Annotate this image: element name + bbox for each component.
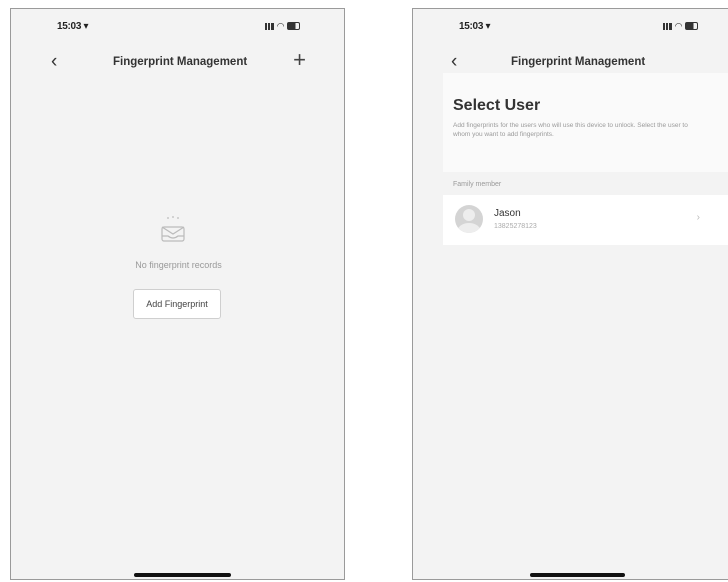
- status-bar: 15:03 ▾ ◠: [11, 21, 344, 35]
- avatar: [455, 205, 483, 233]
- section-label: Family member: [453, 181, 502, 188]
- battery-icon: [685, 22, 698, 30]
- chevron-right-icon: ›: [696, 212, 700, 223]
- back-button[interactable]: ‹: [451, 52, 457, 72]
- status-time: 15:03 ▾: [57, 21, 89, 32]
- status-icons: ◠: [265, 21, 300, 31]
- signal-icon: [663, 22, 673, 30]
- phone-screen-select-user: 15:03 ▾ ◠ ‹ Fingerprint Management Selec…: [412, 8, 728, 580]
- select-user-title: Select User: [453, 97, 541, 114]
- user-list-item[interactable]: Jason 13825278123 ›: [443, 195, 728, 245]
- phone-screen-fingerprint-empty: 15:03 ▾ ◠ ‹ Fingerprint Management + No …: [10, 8, 345, 580]
- battery-icon: [287, 22, 300, 30]
- page-title: Fingerprint Management: [511, 56, 646, 68]
- home-indicator[interactable]: [134, 573, 231, 577]
- home-indicator[interactable]: [530, 573, 625, 577]
- user-phone: 13825278123: [494, 223, 537, 230]
- avatar-body: [457, 223, 481, 233]
- select-user-header: Select User Add fingerprints for the use…: [443, 73, 728, 172]
- nav-bar: ‹ Fingerprint Management +: [11, 49, 344, 77]
- status-time: 15:03 ▾: [459, 21, 491, 32]
- signal-icon: [265, 22, 275, 30]
- add-button[interactable]: +: [293, 49, 306, 71]
- select-user-description: Add fingerprints for the users who will …: [453, 122, 688, 138]
- user-name: Jason: [494, 208, 521, 219]
- avatar-head: [463, 209, 475, 221]
- empty-message: No fingerprint records: [135, 260, 222, 270]
- status-bar: 15:03 ▾ ◠: [413, 21, 728, 35]
- wifi-icon: ◠: [675, 21, 682, 31]
- page-title: Fingerprint Management: [113, 56, 248, 68]
- empty-inbox-icon: [161, 216, 185, 242]
- wifi-icon: ◠: [277, 21, 284, 31]
- back-button[interactable]: ‹: [51, 52, 57, 72]
- add-fingerprint-button[interactable]: Add Fingerprint: [133, 289, 221, 319]
- status-icons: ◠: [663, 21, 698, 31]
